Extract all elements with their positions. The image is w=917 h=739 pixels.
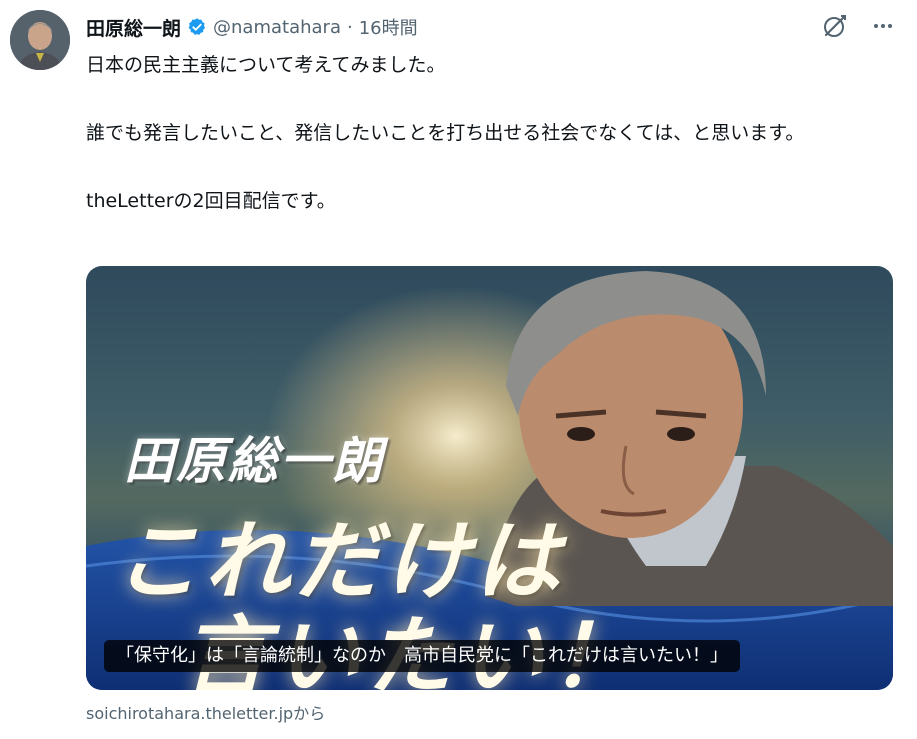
author-handle[interactable]: @namatahara [213, 17, 341, 38]
author-name[interactable]: 田原総一朗 [86, 14, 181, 41]
tweet-header: 田原総一朗 @namatahara · 16時間 [86, 12, 897, 42]
tweet-text: 日本の民主主義について考えてみました。 誰でも発言したいこと、発信したいことを打… [86, 48, 896, 218]
card-headline-sub: 言いたい！ [182, 586, 642, 690]
tweet-timestamp[interactable]: 16時間 [359, 14, 418, 40]
author-avatar[interactable] [10, 10, 70, 70]
link-card[interactable]: 田原総一朗 これだけは 言いたい！ 「保守化」は「言論統制」なのか 高市自民党に… [86, 266, 893, 690]
verified-badge-icon [187, 17, 207, 37]
tweet-paragraph: 誰でも発言したいこと、発信したいことを打ち出せる社会でなくては、と思います。 [86, 122, 805, 144]
grok-icon[interactable] [821, 12, 849, 40]
tweet-paragraph: theLetterの2回目配信です。 [86, 190, 336, 212]
more-icon[interactable] [869, 12, 897, 40]
header-actions [821, 12, 897, 40]
separator-dot: · [346, 16, 353, 38]
tweet-paragraph: 日本の民主主義について考えてみました。 [86, 54, 446, 76]
card-source-link[interactable]: soichirotahara.theletter.jpから [86, 700, 325, 724]
card-headline-name: 田原総一朗 [124, 432, 384, 490]
avatar-portrait [10, 10, 70, 70]
card-caption: 「保守化」は「言論統制」なのか 高市自民党に「これだけは言いたい！」 [104, 640, 740, 672]
